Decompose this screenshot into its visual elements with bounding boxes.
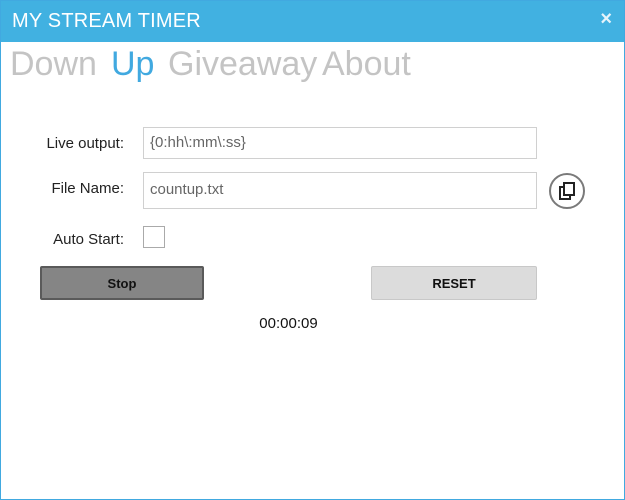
auto-start-checkbox[interactable] — [143, 226, 165, 248]
title-bar: MY STREAM TIMER × — [1, 1, 624, 42]
reset-button-label: RESET — [432, 275, 476, 291]
app-window: MY STREAM TIMER × Down Up Giveaway About… — [0, 0, 625, 500]
file-name-label: File Name: — [51, 180, 124, 197]
copy-icon — [559, 182, 575, 200]
stop-button-label: Stop — [107, 275, 137, 291]
tab-down[interactable]: Down — [10, 45, 97, 84]
timer-display: 00:00:09 — [259, 315, 318, 332]
window-title: MY STREAM TIMER — [12, 10, 201, 32]
reset-button[interactable]: RESET — [371, 266, 537, 300]
tab-giveaway[interactable]: Giveaway — [168, 45, 317, 84]
tab-about[interactable]: About — [322, 45, 411, 84]
auto-start-label: Auto Start: — [53, 231, 124, 248]
tab-up[interactable]: Up — [111, 45, 154, 84]
close-icon[interactable]: × — [600, 8, 612, 31]
copy-button[interactable] — [549, 173, 585, 209]
live-output-label: Live output: — [46, 135, 124, 152]
live-output-field[interactable]: {0:hh\:mm\:ss} — [143, 127, 537, 159]
file-name-field[interactable]: countup.txt — [143, 172, 537, 209]
stop-button[interactable]: Stop — [40, 266, 204, 300]
